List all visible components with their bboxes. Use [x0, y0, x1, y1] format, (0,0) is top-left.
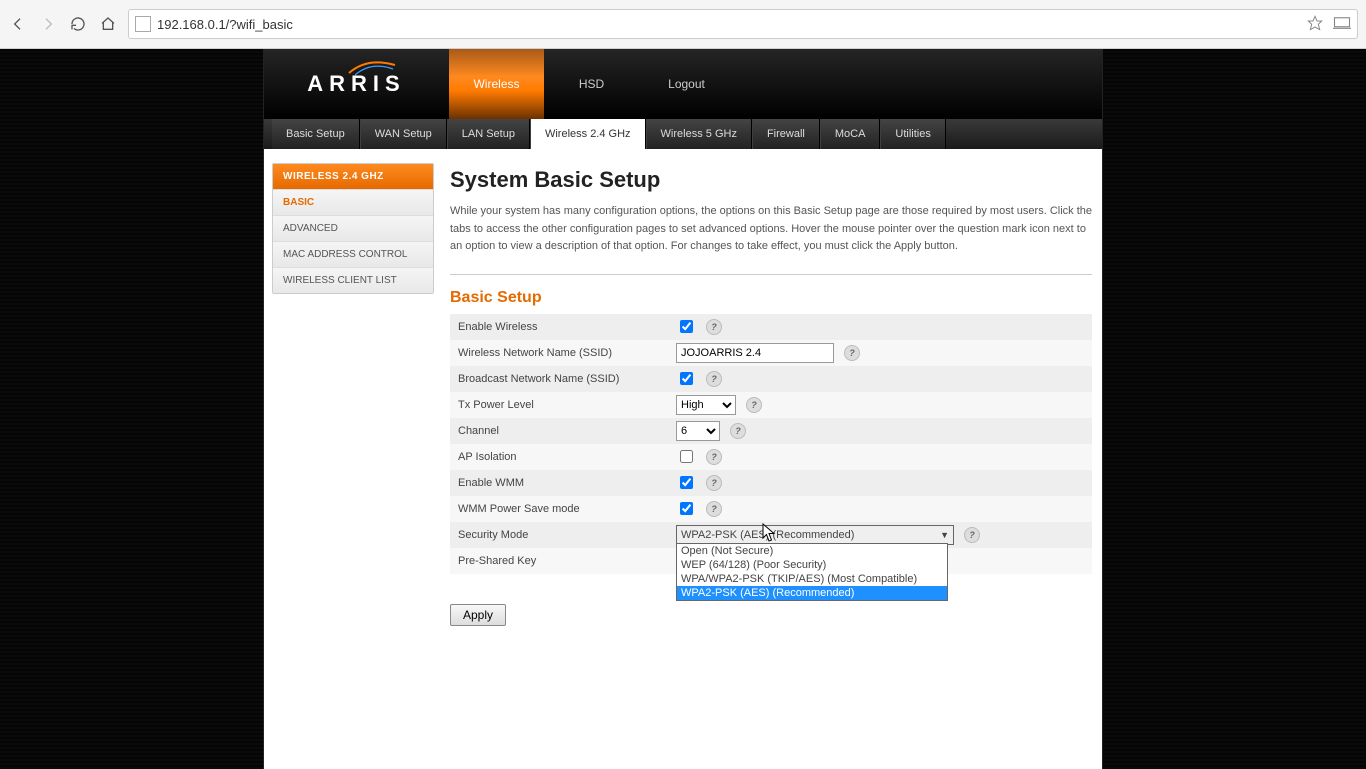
page-icon [135, 16, 151, 32]
help-icon[interactable]: ? [706, 449, 722, 465]
label-channel: Channel [458, 425, 676, 437]
tab-moca[interactable]: MoCA [820, 119, 881, 149]
option-wpa-mixed[interactable]: WPA/WPA2-PSK (TKIP/AES) (Most Compatible… [677, 572, 947, 586]
label-ap-isolation: AP Isolation [458, 451, 676, 463]
option-open[interactable]: Open (Not Secure) [677, 544, 947, 558]
label-enable-wmm: Enable WMM [458, 477, 676, 489]
tab-lan-setup[interactable]: LAN Setup [447, 119, 530, 149]
main-content: System Basic Setup While your system has… [450, 163, 1092, 626]
checkbox-enable-wmm[interactable] [680, 476, 693, 489]
bookmark-star-icon[interactable] [1307, 15, 1323, 34]
back-button[interactable] [8, 14, 28, 34]
help-icon[interactable]: ? [844, 345, 860, 361]
nav-hsd[interactable]: HSD [544, 49, 639, 119]
forward-button[interactable] [38, 14, 58, 34]
nav-logout[interactable]: Logout [639, 49, 734, 119]
home-button[interactable] [98, 14, 118, 34]
page-title: System Basic Setup [450, 167, 1092, 193]
help-icon[interactable]: ? [730, 423, 746, 439]
security-mode-value: WPA2-PSK (AES) (Recommended) [681, 529, 854, 541]
address-bar[interactable]: 192.168.0.1/?wifi_basic [128, 9, 1358, 39]
security-mode-dropdown: Open (Not Secure) WEP (64/128) (Poor Sec… [676, 543, 948, 601]
select-tx-power[interactable]: High [676, 395, 736, 415]
tab-wireless-5[interactable]: Wireless 5 GHz [646, 119, 752, 149]
tab-basic-setup[interactable]: Basic Setup [272, 119, 360, 149]
checkbox-wmm-power-save[interactable] [680, 502, 693, 515]
label-ssid: Wireless Network Name (SSID) [458, 347, 676, 359]
sub-nav: Basic Setup WAN Setup LAN Setup Wireless… [264, 119, 1102, 149]
select-security-mode[interactable]: WPA2-PSK (AES) (Recommended) ▼ [676, 525, 954, 545]
select-channel[interactable]: 6 [676, 421, 720, 441]
header: ARRIS Wireless HSD Logout [264, 49, 1102, 119]
section-heading: Basic Setup [450, 289, 1092, 307]
brand-logo: ARRIS [264, 49, 449, 119]
tab-wireless-24[interactable]: Wireless 2.4 GHz [530, 119, 646, 149]
tab-firewall[interactable]: Firewall [752, 119, 820, 149]
nav-wireless[interactable]: Wireless [449, 49, 544, 119]
help-icon[interactable]: ? [706, 319, 722, 335]
label-pre-shared-key: Pre-Shared Key [458, 555, 676, 567]
sidebar-item-clients[interactable]: WIRELESS CLIENT LIST [273, 267, 433, 293]
checkbox-broadcast-ssid[interactable] [680, 372, 693, 385]
label-wmm-power-save: WMM Power Save mode [458, 503, 676, 515]
checkbox-enable-wireless[interactable] [680, 320, 693, 333]
help-icon[interactable]: ? [706, 371, 722, 387]
label-tx-power: Tx Power Level [458, 399, 676, 411]
tab-wan-setup[interactable]: WAN Setup [360, 119, 447, 149]
help-icon[interactable]: ? [706, 475, 722, 491]
apply-button[interactable]: Apply [450, 604, 506, 626]
sidebar-item-basic[interactable]: BASIC [273, 189, 433, 215]
sidebar-header: WIRELESS 2.4 GHZ [273, 164, 433, 189]
sidebar-item-advanced[interactable]: ADVANCED [273, 215, 433, 241]
input-ssid[interactable] [676, 343, 834, 363]
option-wpa2[interactable]: WPA2-PSK (AES) (Recommended) [677, 586, 947, 600]
option-wep[interactable]: WEP (64/128) (Poor Security) [677, 558, 947, 572]
sidebar-item-mac[interactable]: MAC ADDRESS CONTROL [273, 241, 433, 267]
checkbox-ap-isolation[interactable] [680, 450, 693, 463]
label-enable-wireless: Enable Wireless [458, 321, 676, 333]
device-icon[interactable] [1333, 16, 1351, 33]
tab-utilities[interactable]: Utilities [880, 119, 945, 149]
top-nav: Wireless HSD Logout [449, 49, 734, 119]
chevron-down-icon: ▼ [940, 530, 949, 540]
router-admin-panel: ARRIS Wireless HSD Logout Basic Setup WA… [263, 49, 1103, 769]
page-intro: While your system has many configuration… [450, 203, 1092, 275]
help-icon[interactable]: ? [706, 501, 722, 517]
browser-toolbar: 192.168.0.1/?wifi_basic [0, 0, 1366, 49]
label-security-mode: Security Mode [458, 529, 676, 541]
sidebar: WIRELESS 2.4 GHZ BASIC ADVANCED MAC ADDR… [272, 163, 434, 294]
label-broadcast-ssid: Broadcast Network Name (SSID) [458, 373, 676, 385]
page-backdrop: ARRIS Wireless HSD Logout Basic Setup WA… [0, 49, 1366, 769]
reload-button[interactable] [68, 14, 88, 34]
url-text: 192.168.0.1/?wifi_basic [157, 17, 1301, 32]
help-icon[interactable]: ? [964, 527, 980, 543]
settings-rows: Enable Wireless ? Wireless Network Name … [450, 313, 1092, 574]
help-icon[interactable]: ? [746, 397, 762, 413]
